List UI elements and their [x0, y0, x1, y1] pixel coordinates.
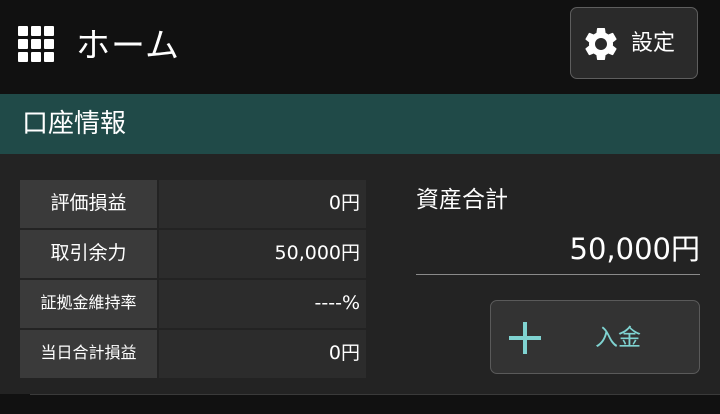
grid-menu-icon[interactable]	[18, 26, 56, 64]
plus-icon	[509, 322, 541, 354]
account-info-table: 評価損益 0円 取引余力 50,000円 証拠金維持率 ----% 当日合計損益…	[20, 180, 366, 380]
settings-button[interactable]: 設定	[570, 7, 698, 79]
info-label: 証拠金維持率	[20, 280, 157, 328]
info-row-buying-power: 取引余力 50,000円	[20, 230, 366, 278]
header: ホーム 設定	[0, 0, 720, 94]
bottom-divider	[30, 394, 720, 395]
total-assets-value: 50,000円	[569, 232, 700, 266]
info-label: 取引余力	[20, 230, 157, 278]
gear-icon	[585, 27, 617, 60]
info-label: 評価損益	[20, 180, 157, 228]
info-row-daily-pnl: 当日合計損益 0円	[20, 330, 366, 378]
settings-label: 設定	[631, 31, 676, 56]
info-label: 当日合計損益	[20, 330, 157, 378]
total-assets-label: 資産合計	[416, 187, 508, 213]
deposit-button[interactable]: 入金	[490, 300, 700, 374]
total-assets-divider	[416, 274, 700, 275]
info-value: 0円	[159, 180, 366, 228]
info-row-unrealized-pnl: 評価損益 0円	[20, 180, 366, 228]
info-value: 0円	[159, 330, 366, 378]
section-title: 口座情報	[22, 109, 127, 139]
app-root: ホーム 設定 口座情報 評価損益 0円 取引余力 50,000円 証拠金維持率 …	[0, 0, 720, 414]
info-value: ----%	[159, 280, 366, 328]
account-panel: 評価損益 0円 取引余力 50,000円 証拠金維持率 ----% 当日合計損益…	[0, 154, 720, 394]
page-title: ホーム	[76, 26, 180, 66]
section-header: 口座情報	[0, 94, 720, 154]
info-row-margin-ratio: 証拠金維持率 ----%	[20, 280, 366, 328]
deposit-label: 入金	[595, 325, 641, 351]
info-value: 50,000円	[159, 230, 366, 278]
